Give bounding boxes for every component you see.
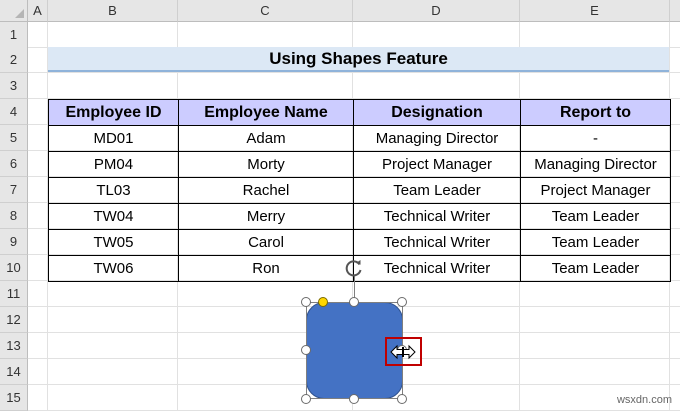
corner-radius-adjust-handle[interactable] [318, 297, 328, 307]
cell-designation[interactable]: Project Manager [353, 151, 521, 178]
resize-handle-bottom[interactable] [349, 394, 359, 404]
cell-employee-name[interactable]: Merry [178, 203, 354, 230]
column-header-f[interactable] [670, 0, 680, 22]
cell-employee-name[interactable]: Rachel [178, 177, 354, 204]
table-row: TL03 Rachel Team Leader Project Manager [48, 177, 671, 204]
header-employee-id[interactable]: Employee ID [48, 99, 179, 126]
watermark: wsxdn.com [616, 394, 672, 406]
cell-employee-id[interactable]: MD01 [48, 125, 179, 152]
resize-handle-left[interactable] [301, 345, 311, 355]
cell-report-to[interactable]: Project Manager [520, 177, 671, 204]
table-row: PM04 Morty Project Manager Managing Dire… [48, 151, 671, 178]
row-header-13[interactable]: 13 [0, 333, 28, 359]
gridline [28, 72, 680, 73]
table-row: TW05 Carol Technical Writer Team Leader [48, 229, 671, 256]
row-header-11[interactable]: 11 [0, 281, 28, 307]
row-header-14[interactable]: 14 [0, 359, 28, 385]
rotation-connector [354, 276, 355, 298]
employee-table: Employee ID Employee Name Designation Re… [48, 99, 671, 282]
header-designation[interactable]: Designation [353, 99, 521, 126]
header-employee-name[interactable]: Employee Name [178, 99, 354, 126]
resize-handle-bottom-right[interactable] [397, 394, 407, 404]
row-header-9[interactable]: 9 [0, 229, 28, 255]
row-header-1[interactable]: 1 [0, 22, 28, 48]
select-all-corner[interactable] [0, 0, 28, 22]
cell-designation[interactable]: Technical Writer [353, 255, 521, 282]
cell-employee-id[interactable]: TL03 [48, 177, 179, 204]
table-row: TW04 Merry Technical Writer Team Leader [48, 203, 671, 230]
cell-report-to[interactable]: Team Leader [520, 255, 671, 282]
cell-report-to[interactable]: Team Leader [520, 229, 671, 256]
resize-handle-top-right[interactable] [397, 297, 407, 307]
resize-handle-top-left[interactable] [301, 297, 311, 307]
cell-report-to[interactable]: - [520, 125, 671, 152]
cell-employee-id[interactable]: TW06 [48, 255, 179, 282]
row-header-5[interactable]: 5 [0, 125, 28, 151]
cell-designation[interactable]: Technical Writer [353, 203, 521, 230]
cell-employee-name[interactable]: Morty [178, 151, 354, 178]
cell-designation[interactable]: Managing Director [353, 125, 521, 152]
row-header-7[interactable]: 7 [0, 177, 28, 203]
cell-employee-id[interactable]: PM04 [48, 151, 179, 178]
row-header-10[interactable]: 10 [0, 255, 28, 281]
column-header-a[interactable]: A [28, 0, 48, 22]
cell-employee-id[interactable]: TW04 [48, 203, 179, 230]
column-header-c[interactable]: C [178, 0, 353, 22]
row-header-12[interactable]: 12 [0, 307, 28, 333]
resize-handle-top[interactable] [349, 297, 359, 307]
cell-report-to[interactable]: Team Leader [520, 203, 671, 230]
cell-report-to[interactable]: Managing Director [520, 151, 671, 178]
column-header-d[interactable]: D [353, 0, 520, 22]
cell-employee-id[interactable]: TW05 [48, 229, 179, 256]
sheet-title[interactable]: Using Shapes Feature [48, 47, 669, 72]
cell-employee-name[interactable]: Adam [178, 125, 354, 152]
table-row: MD01 Adam Managing Director - [48, 125, 671, 152]
header-report-to[interactable]: Report to [520, 99, 671, 126]
resize-horizontal-cursor-icon [390, 344, 416, 360]
row-header-2[interactable]: 2 [0, 47, 28, 73]
row-header-6[interactable]: 6 [0, 151, 28, 177]
cell-employee-name[interactable]: Ron [178, 255, 354, 282]
rotate-handle-icon[interactable] [343, 257, 365, 279]
row-header-8[interactable]: 8 [0, 203, 28, 229]
column-header-b[interactable]: B [48, 0, 178, 22]
cell-employee-name[interactable]: Carol [178, 229, 354, 256]
row-header-4[interactable]: 4 [0, 99, 28, 125]
row-header-15[interactable]: 15 [0, 385, 28, 411]
cell-designation[interactable]: Team Leader [353, 177, 521, 204]
cell-designation[interactable]: Technical Writer [353, 229, 521, 256]
row-header-3[interactable]: 3 [0, 73, 28, 99]
column-header-e[interactable]: E [520, 0, 670, 22]
table-header-row: Employee ID Employee Name Designation Re… [48, 99, 671, 126]
resize-handle-bottom-left[interactable] [301, 394, 311, 404]
